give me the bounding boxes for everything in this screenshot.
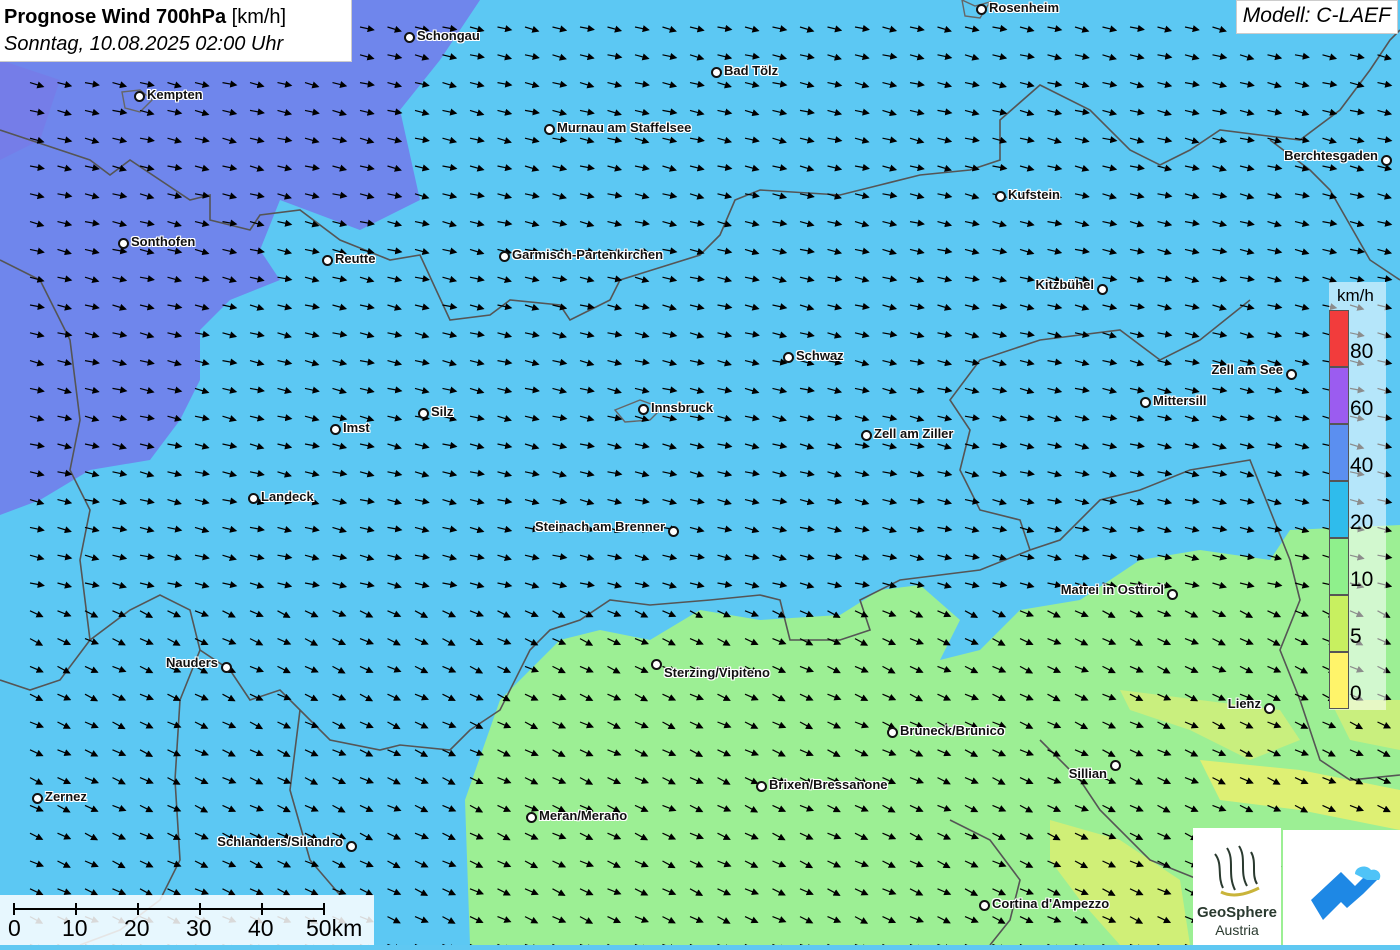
city-label: Steinach am Brenner <box>534 519 665 534</box>
city-marker <box>404 32 415 43</box>
city-marker <box>32 793 43 804</box>
city-marker <box>134 91 145 102</box>
geosphere-emblem-icon <box>1214 845 1260 897</box>
city-label: Sterzing/Vipiteno <box>664 665 770 680</box>
city-label: Innsbruck <box>651 400 714 415</box>
city-label: Landeck <box>261 489 314 504</box>
city-marker <box>756 781 767 792</box>
city-marker <box>976 4 987 15</box>
wind-map <box>0 0 1400 945</box>
legend-label: 0 <box>1350 682 1362 705</box>
city-label: Zernez <box>45 789 87 804</box>
city-label: Brixen/Bressanone <box>769 777 888 792</box>
city-marker <box>526 812 537 823</box>
scale-label: 50km <box>306 915 363 941</box>
legend-label: 10 <box>1350 568 1374 591</box>
model-label: Modell: C-LAEF <box>1235 0 1398 34</box>
city-marker <box>861 430 872 441</box>
city-label: Kempten <box>147 87 203 102</box>
city-marker <box>248 493 259 504</box>
city-marker <box>499 251 510 262</box>
scale-bar: 0 10 20 30 40 50km <box>0 895 374 945</box>
city-label: Murnau am Staffelsee <box>557 120 692 135</box>
city-marker <box>979 900 990 911</box>
legend-unit: km/h <box>1337 286 1374 305</box>
legend-swatch <box>1329 652 1349 709</box>
city-label: Kitzbühel <box>1035 277 1095 292</box>
map-title-box: Prognose Wind 700hPa [km/h] Sonntag, 10.… <box>0 0 352 62</box>
city-label: Schlanders/Silandro <box>217 834 343 849</box>
city-marker <box>651 659 662 670</box>
city-label: Schongau <box>417 28 480 43</box>
legend-swatch <box>1329 424 1349 481</box>
legend-swatch <box>1329 538 1349 595</box>
legend-label: 20 <box>1350 511 1374 534</box>
map-unit: [km/h] <box>231 6 287 28</box>
color-legend: km/h 80 60 40 20 10 5 0 <box>1329 282 1386 710</box>
city-label: Zell am Ziller <box>874 426 954 441</box>
city-marker <box>322 255 333 266</box>
legend-label: 80 <box>1350 340 1374 363</box>
city-label: Cortina d'Ampezzo <box>992 896 1110 911</box>
logo-name-2: Austria <box>1215 922 1259 938</box>
city-marker <box>887 727 898 738</box>
scale-label: 40 <box>248 915 274 941</box>
city-marker <box>330 424 341 435</box>
city-label: Sonthofen <box>131 234 196 249</box>
legend-swatch <box>1329 310 1349 367</box>
city-label: Rosenheim <box>989 0 1060 15</box>
city-marker <box>544 124 555 135</box>
city-label: Kufstein <box>1008 187 1060 202</box>
city-label: Lienz <box>1227 696 1261 711</box>
city-marker <box>1286 369 1297 380</box>
city-marker <box>638 404 649 415</box>
city-label: Zell am See <box>1211 362 1283 377</box>
city-marker <box>995 191 1006 202</box>
city-label: Bad Tölz <box>724 63 779 78</box>
city-marker <box>1097 284 1108 295</box>
scale-label: 10 <box>62 915 88 941</box>
geosphere-logo: GeoSphere Austria <box>1193 828 1281 945</box>
city-marker <box>1264 703 1275 714</box>
city-label: Silz <box>431 404 454 419</box>
city-label: Nauders <box>165 655 218 670</box>
forecast-date: Sonntag, 10.08.2025 02:00 Uhr <box>4 33 284 55</box>
city-label: Berchtesgaden <box>1284 148 1378 163</box>
city-marker <box>668 526 679 537</box>
city-marker <box>783 352 794 363</box>
scale-label: 0 <box>8 915 21 941</box>
city-label: Imst <box>343 420 370 435</box>
scale-label: 20 <box>124 915 150 941</box>
legend-swatch <box>1329 595 1349 652</box>
city-label: Garmisch-Partenkirchen <box>512 247 664 262</box>
city-marker <box>118 238 129 249</box>
legend-label: 60 <box>1350 397 1374 420</box>
city-marker <box>221 662 232 673</box>
city-label: Matrei in Osttirol <box>1060 582 1164 597</box>
logo-name-1: GeoSphere <box>1196 904 1278 921</box>
city-marker <box>418 408 429 419</box>
weather-app-icon <box>1311 866 1381 920</box>
city-marker <box>346 841 357 852</box>
city-label: Bruneck/Brunico <box>900 723 1005 738</box>
legend-label: 5 <box>1350 625 1362 648</box>
legend-swatch <box>1329 367 1349 424</box>
city-label: Reutte <box>335 251 376 266</box>
city-label: Sillian <box>1068 766 1107 781</box>
legend-swatch <box>1329 481 1349 538</box>
city-label: Meran/Merano <box>539 808 628 823</box>
city-marker <box>1381 155 1392 166</box>
scale-label: 30 <box>186 915 212 941</box>
app-logo <box>1283 830 1400 945</box>
map-title: Prognose Wind 700hPa <box>4 6 227 28</box>
city-marker <box>1167 589 1178 600</box>
city-marker <box>711 67 722 78</box>
city-marker <box>1140 397 1151 408</box>
city-label: Schwaz <box>796 348 844 363</box>
city-label: Mittersill <box>1153 393 1207 408</box>
city-marker <box>1110 760 1121 771</box>
legend-label: 40 <box>1350 454 1374 477</box>
